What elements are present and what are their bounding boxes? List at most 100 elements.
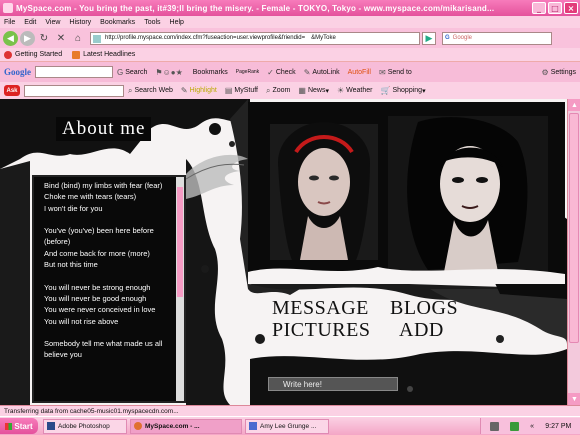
google-search-input[interactable] [35,66,113,78]
button-label: AutoLink [312,68,340,76]
message-link[interactable]: Message [272,297,369,320]
reload-icon[interactable]: ↻ [37,31,51,45]
weather-button[interactable]: ☀ Weather [337,86,373,95]
menu-view[interactable]: View [45,19,60,26]
button-label: Search Web [134,87,173,94]
lyric-line: But not this time [44,260,98,270]
menu-bookmarks[interactable]: Bookmarks [100,19,135,26]
wrench-icon: ⚙ [541,67,549,77]
shopping-button[interactable]: 🛒 Shopping ▾ [381,86,426,95]
lyric-line: You were never conceived in love [44,305,156,315]
blogs-link[interactable]: Blogs [390,297,458,320]
zoom-icon: ⌕ [266,85,271,95]
button-label: AutoFill [347,68,371,76]
scroll-up-arrow-icon[interactable]: ▲ [568,99,580,111]
stop-icon[interactable]: ✕ [54,31,68,45]
menu-edit[interactable]: Edit [24,19,36,26]
zoom-button[interactable]: ⌕ Zoom [266,86,290,96]
back-button[interactable]: ◀ [3,30,18,46]
menu-help[interactable]: Help [170,19,184,26]
google-logo: Google [4,67,31,77]
page-scrollbar[interactable]: ▲ ▼ [567,99,580,405]
close-button[interactable]: × [564,2,578,14]
autolink-icon: ✎ [303,67,311,77]
settings-button[interactable]: ⚙ Settings [542,68,576,77]
lyric-line: And come back for more (more) [44,248,150,258]
image-viewer-icon [249,422,257,430]
button-label: Check [275,68,296,76]
task-myspace-browser[interactable]: MySpace.com - ... [130,418,242,434]
tray-app-icon[interactable] [489,421,499,431]
windows-logo-icon [5,422,13,430]
lyric-line: Bind (bind) my limbs with fear (fear) [44,181,163,190]
bookmark-latest-headlines[interactable]: Latest Headlines [72,50,135,59]
autolink-button[interactable]: ✎ AutoLink [304,68,340,77]
ask-toolbar: Ask ⌕ Search Web ✎ Highlight ▤ MyStuff ⌕ Zoo… [0,82,580,99]
address-url: http://profile.myspace.com/index.cfm?fus… [105,35,306,41]
task-amy-lee-grunge[interactable]: Amy Lee Grunge ... [245,418,329,434]
home-icon[interactable]: ⌂ [71,31,85,45]
mystuff-button[interactable]: ▤ MyStuff [225,86,258,95]
lyric-line: I won't die for you [44,203,103,213]
go-button[interactable]: ▶ [422,31,436,45]
scroll-down-arrow-icon[interactable]: ▼ [568,393,580,405]
add-link[interactable]: Add [399,319,444,342]
news-icon: ▦ [298,86,306,95]
button-label: Bookmarks [192,68,228,76]
highlight-button[interactable]: ✎ Highlight [181,86,217,95]
address-bar[interactable]: http://profile.myspace.com/index.cfm?fus… [90,31,420,45]
lyric-line: believe you [44,350,82,360]
cart-icon: 🛒 [380,86,391,95]
highlight-icon: ✎ [180,86,188,95]
bookmark-label: Getting Started [15,51,63,58]
news-button[interactable]: ▦ News ▾ [298,86,329,95]
lyrics-scroll-thumb[interactable] [177,187,183,297]
check-icon: ✓ [267,67,274,77]
maximize-button[interactable]: □ [548,2,562,14]
lyric-line: You will never be good enough [44,293,147,303]
forward-button[interactable]: ▶ [20,30,35,46]
lyric-line [44,214,170,225]
lyrics-scrollbar[interactable] [176,177,184,401]
write-here-input[interactable]: Write here! [268,377,398,391]
start-button[interactable]: Start [0,418,38,434]
menu-bar: File Edit View History Bookmarks Tools H… [0,16,580,28]
ask-search-input[interactable] [24,84,124,97]
button-label: Shopping [392,87,423,94]
pictures-link[interactable]: Pictures [272,319,370,342]
lyric-line: You will never be strong enough [44,282,151,292]
google-bookmarks-button[interactable]: Bookmarks [193,69,228,76]
task-label: Adobe Photoshop [58,422,110,430]
google-search-button[interactable]: G Search [117,68,147,77]
tray-network-icon[interactable] [509,421,519,431]
about-me-heading: About me [56,117,152,141]
tray-expand-icon[interactable]: « [530,423,534,430]
menu-file[interactable]: File [4,19,15,26]
autofill-button[interactable]: AutoFill [348,69,371,76]
menu-tools[interactable]: Tools [144,19,160,26]
send-to-button[interactable]: ✉ Send to [379,68,412,77]
toolbar-icons: ⚑☺●★ [155,67,183,77]
firefox-app-icon [3,3,13,13]
google-toolbar-icons[interactable]: ⚑☺●★ [155,68,184,77]
lyrics-box[interactable]: Bind (bind) my limbs with fear (fear) Ch… [32,175,186,403]
bookmark-getting-started[interactable]: Getting Started [4,50,63,59]
lyric-line [44,270,170,281]
window-title: MySpace.com - You bring the past, it#39;… [16,3,495,13]
clock: 9:27 PM [545,422,572,430]
minimize-button[interactable]: _ [532,2,546,14]
task-label: Amy Lee Grunge ... [260,422,317,430]
status-text: Transferring data from cache05-music01.m… [4,407,179,415]
firefox-icon [134,422,142,430]
task-photoshop[interactable]: Adobe Photoshop [43,418,127,434]
start-label: Start [14,421,33,431]
menu-history[interactable]: History [69,19,91,26]
check-button[interactable]: ✓ Check [267,68,296,77]
button-label: MyStuff [234,87,258,94]
ask-search-web-button[interactable]: ⌕ Search Web [128,86,173,96]
portrait-artwork [248,102,565,284]
page-scroll-thumb[interactable] [569,113,579,343]
search-box[interactable]: G Google [442,31,552,45]
folder-icon: ▤ [224,86,233,95]
window-title-bar[interactable]: MySpace.com - You bring the past, it#39;… [0,0,580,16]
